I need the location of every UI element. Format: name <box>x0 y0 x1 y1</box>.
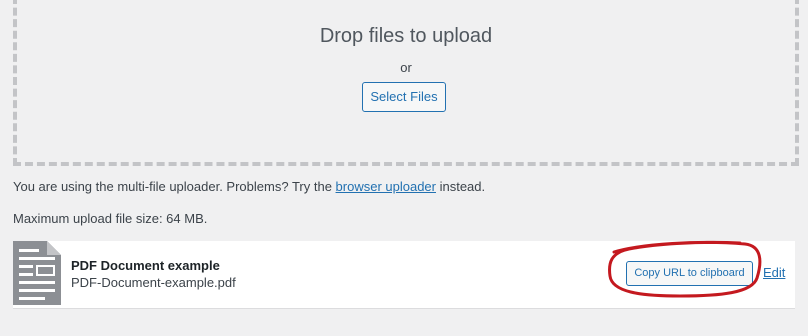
media-item-filename: PDF-Document-example.pdf <box>71 275 236 290</box>
drop-zone-or-text: or <box>400 60 412 75</box>
edit-link[interactable]: Edit <box>763 265 785 280</box>
media-item-title: PDF Document example <box>71 258 220 273</box>
max-upload-size: Maximum upload file size: 64 MB. <box>13 211 208 226</box>
drop-zone-title: Drop files to upload <box>319 25 493 47</box>
copy-url-button[interactable]: Copy URL to clipboard <box>626 261 753 286</box>
browser-uploader-link[interactable]: browser uploader <box>336 179 436 194</box>
media-item: PDF Document example PDF-Document-exampl… <box>13 241 795 309</box>
uploader-info: You are using the multi-file uploader. P… <box>13 179 485 194</box>
uploader-info-suffix: instead. <box>435 179 486 194</box>
uploader-info-prefix: You are using the multi-file uploader. P… <box>13 179 336 194</box>
document-icon <box>13 241 61 305</box>
select-files-button[interactable]: Select Files <box>362 82 446 112</box>
drop-zone[interactable]: Drop files to upload or Select Files <box>13 0 799 166</box>
